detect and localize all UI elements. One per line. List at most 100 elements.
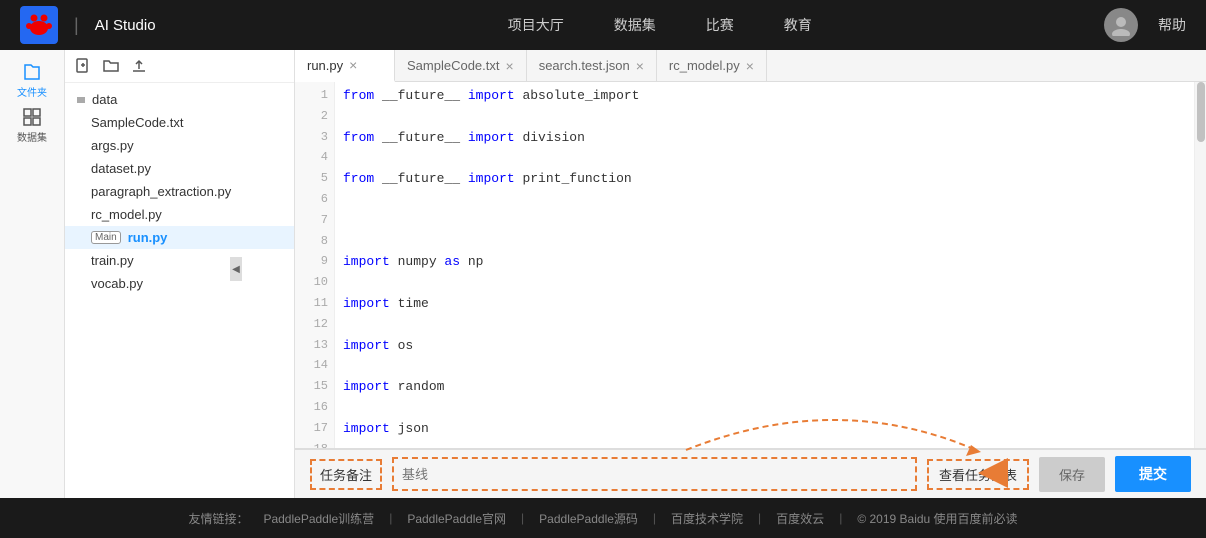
footer-copyright: © 2019 Baidu 使用百度前必读 <box>857 510 1017 527</box>
tab-search-test-label: search.test.json <box>539 58 630 73</box>
avatar[interactable] <box>1104 8 1138 42</box>
folder-data-label: data <box>92 92 117 107</box>
tab-run-py-close[interactable]: × <box>349 58 357 72</box>
nav-right: 帮助 <box>1104 8 1186 42</box>
code-content[interactable]: from __future__ import absolute_import f… <box>335 82 1194 448</box>
tab-bar: run.py × SampleCode.txt × search.test.js… <box>295 50 1206 82</box>
tab-search-test-close[interactable]: × <box>636 59 644 73</box>
sidebar: 文件夹 数据集 <box>0 50 65 498</box>
folder-data[interactable]: data <box>65 88 294 111</box>
file-toolbar <box>65 50 294 83</box>
file-args-label: args.py <box>91 138 134 153</box>
footer-prefix: 友情链接： <box>188 510 248 527</box>
tab-run-py-label: run.py <box>307 58 343 73</box>
save-button[interactable]: 保存 <box>1039 457 1105 492</box>
code-line: import numpy as np <box>343 252 1186 273</box>
scrollbar-thumb <box>1197 82 1205 142</box>
line-number: 16 <box>295 398 328 419</box>
line-number: 12 <box>295 315 328 336</box>
code-line: import time <box>343 294 1186 315</box>
top-nav: | AI Studio 项目大厅 数据集 比赛 教育 帮助 <box>0 0 1206 50</box>
tab-run-py[interactable]: run.py × <box>295 50 395 82</box>
code-line <box>343 211 1186 232</box>
line-number: 1 <box>295 86 328 107</box>
new-file-button[interactable] <box>75 58 91 74</box>
new-folder-button[interactable] <box>103 58 119 74</box>
logo-area: | AI Studio <box>20 6 156 44</box>
file-panel: data SampleCode.txt args.py dataset.py p… <box>65 50 295 498</box>
file-paragraph[interactable]: paragraph_extraction.py <box>65 180 294 203</box>
footer-link-baidu-academy[interactable]: 百度技术学院 <box>671 510 743 527</box>
file-train[interactable]: train.py <box>65 249 294 272</box>
view-task-list-button[interactable]: 查看任务列表 <box>927 459 1029 490</box>
file-run[interactable]: Main run.py <box>65 226 294 249</box>
code-line: import os <box>343 336 1186 357</box>
sidebar-files-label: 文件夹 <box>17 84 47 99</box>
footer-link-paddlesrc[interactable]: PaddlePaddle源码 <box>539 510 638 527</box>
task-input-wrapper <box>392 457 917 491</box>
sidebar-item-files[interactable]: 文件夹 <box>12 60 52 100</box>
code-line: from __future__ import print_function <box>343 169 1186 190</box>
line-number: 7 <box>295 211 328 232</box>
code-editor[interactable]: 123456789101112131415161718192021222324 … <box>295 82 1206 448</box>
line-number: 9 <box>295 252 328 273</box>
nav-competition[interactable]: 比赛 <box>706 15 734 35</box>
main-badge: Main <box>91 231 121 244</box>
file-run-label: run.py <box>128 230 168 245</box>
baseline-input[interactable] <box>394 459 915 489</box>
file-vocab-label: vocab.py <box>91 276 143 291</box>
file-rcmodel-label: rc_model.py <box>91 207 162 222</box>
file-train-label: train.py <box>91 253 134 268</box>
upload-button[interactable] <box>131 58 147 74</box>
code-line: from __future__ import absolute_import <box>343 86 1186 107</box>
main-container: 文件夹 数据集 <box>0 50 1206 498</box>
code-line: import json <box>343 419 1186 440</box>
line-number: 6 <box>295 190 328 211</box>
nav-education[interactable]: 教育 <box>784 15 812 35</box>
line-number: 17 <box>295 419 328 440</box>
file-samplecode-label: SampleCode.txt <box>91 115 184 130</box>
line-numbers: 123456789101112131415161718192021222324 <box>295 82 335 448</box>
nav-datasets[interactable]: 数据集 <box>614 15 656 35</box>
line-number: 10 <box>295 273 328 294</box>
file-samplecode[interactable]: SampleCode.txt <box>65 111 294 134</box>
line-number: 5 <box>295 169 328 190</box>
code-line: from __future__ import division <box>343 128 1186 149</box>
file-rcmodel[interactable]: rc_model.py <box>65 203 294 226</box>
logo-separator: | <box>74 15 79 36</box>
editor-scrollbar[interactable] <box>1194 82 1206 448</box>
tab-rcmodel-label: rc_model.py <box>669 58 740 73</box>
footer-link-paddlecamp[interactable]: PaddlePaddle训练营 <box>263 510 374 527</box>
tab-search-test[interactable]: search.test.json × <box>527 50 657 81</box>
bottom-toolbar: 任务备注 查看任务列表 保存 提交 <box>295 448 1206 498</box>
file-args[interactable]: args.py <box>65 134 294 157</box>
line-number: 15 <box>295 377 328 398</box>
task-note-label: 任务备注 <box>310 459 382 490</box>
line-number: 13 <box>295 336 328 357</box>
footer-link-paddle[interactable]: PaddlePaddle官网 <box>407 510 506 527</box>
editor-area: run.py × SampleCode.txt × search.test.js… <box>295 50 1206 498</box>
nav-projects[interactable]: 项目大厅 <box>508 15 564 35</box>
line-number: 11 <box>295 294 328 315</box>
line-number: 18 <box>295 440 328 448</box>
file-dataset[interactable]: dataset.py <box>65 157 294 180</box>
footer-link-baidu-cloud[interactable]: 百度效云 <box>776 510 824 527</box>
line-number: 4 <box>295 148 328 169</box>
file-dataset-label: dataset.py <box>91 161 151 176</box>
file-paragraph-label: paragraph_extraction.py <box>91 184 231 199</box>
logo-text: AI Studio <box>95 17 156 34</box>
help-link[interactable]: 帮助 <box>1158 15 1186 35</box>
footer: 友情链接： PaddlePaddle训练营 | PaddlePaddle官网 |… <box>0 498 1206 538</box>
sidebar-item-datasets[interactable]: 数据集 <box>12 105 52 145</box>
line-number: 2 <box>295 107 328 128</box>
collapse-panel-arrow[interactable]: ◀ <box>230 257 242 281</box>
nav-links: 项目大厅 数据集 比赛 教育 <box>216 15 1104 35</box>
code-line: import random <box>343 377 1186 398</box>
tab-rcmodel-close[interactable]: × <box>746 59 754 73</box>
tab-samplecode[interactable]: SampleCode.txt × <box>395 50 527 81</box>
tab-samplecode-close[interactable]: × <box>506 59 514 73</box>
file-vocab[interactable]: vocab.py <box>65 272 294 295</box>
tab-rcmodel[interactable]: rc_model.py × <box>657 50 767 81</box>
tab-samplecode-label: SampleCode.txt <box>407 58 500 73</box>
submit-button[interactable]: 提交 <box>1115 456 1191 492</box>
